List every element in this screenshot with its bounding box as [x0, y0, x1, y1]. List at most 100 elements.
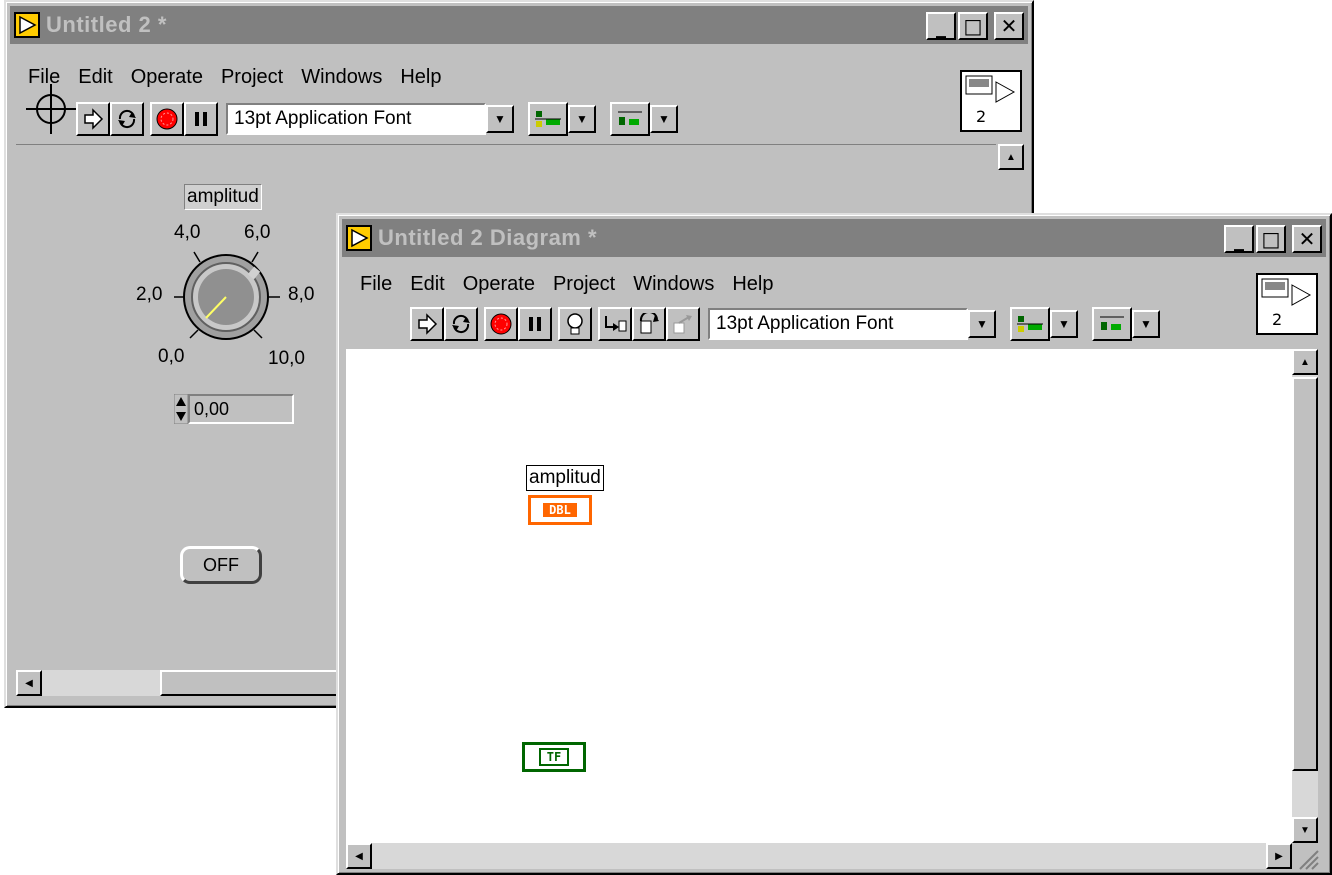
tf-terminal[interactable]: TF: [522, 742, 586, 772]
pause-button[interactable]: [518, 307, 552, 341]
scroll-right-button[interactable]: ▶: [1266, 843, 1292, 869]
font-selector[interactable]: 13pt Application Font ▼: [226, 103, 514, 135]
menu-operate[interactable]: Operate: [463, 273, 535, 296]
menu-edit[interactable]: Edit: [78, 66, 112, 89]
font-selector-value: 13pt Application Font: [708, 308, 968, 340]
align-objects-icon: [1010, 307, 1050, 341]
scroll-left-button[interactable]: ◀: [346, 843, 372, 869]
run-continuously-button[interactable]: [444, 307, 478, 341]
lightbulb-icon: [567, 313, 583, 335]
dbl-terminal-text: DBL: [543, 503, 577, 517]
vertical-scrollbar[interactable]: ▲ ▼: [1292, 349, 1318, 843]
menu-edit[interactable]: Edit: [410, 273, 444, 296]
knob-label: amplitud: [184, 184, 262, 210]
stop-icon: [490, 313, 512, 335]
step-into-icon: [605, 316, 627, 332]
diagram-canvas[interactable]: [346, 349, 1292, 843]
front-panel-titlebar[interactable]: Untitled 2 * _ □ ✕: [10, 6, 1028, 44]
vi-connector-icon[interactable]: 2: [1256, 273, 1318, 335]
maximize-button[interactable]: □: [1256, 225, 1286, 253]
distribute-objects-selector[interactable]: ▼: [610, 102, 678, 136]
menu-help[interactable]: Help: [732, 273, 773, 296]
stop-icon: [156, 108, 178, 130]
run-button[interactable]: [76, 102, 110, 136]
run-arrow-icon: [418, 313, 438, 335]
run-continuously-icon: [118, 109, 136, 129]
font-dropdown-button[interactable]: ▼: [486, 105, 514, 133]
minimize-button[interactable]: _: [926, 12, 956, 40]
run-arrow-icon: [84, 108, 104, 130]
amplitude-numeric[interactable]: 0,00: [174, 394, 294, 424]
diagram-titlebar[interactable]: Untitled 2 Diagram * _ □ ✕: [342, 219, 1326, 257]
horizontal-scrollbar[interactable]: ◀ ▶: [346, 843, 1292, 869]
menu-windows[interactable]: Windows: [301, 66, 382, 89]
distribute-objects-icon: [1092, 307, 1132, 341]
highlight-execution-button[interactable]: [558, 307, 592, 341]
off-button[interactable]: OFF: [180, 546, 262, 584]
menu-project[interactable]: Project: [553, 273, 615, 296]
run-continuously-button[interactable]: [110, 102, 144, 136]
font-selector-value: 13pt Application Font: [226, 103, 486, 135]
align-dropdown-button[interactable]: ▼: [568, 105, 596, 133]
align-objects-selector[interactable]: ▼: [528, 102, 596, 136]
close-button[interactable]: ✕: [994, 12, 1024, 40]
menu-project[interactable]: Project: [221, 66, 283, 89]
knob-tick-label: 4,0: [174, 222, 201, 243]
window-title: Untitled 2 *: [46, 12, 167, 37]
knob-tick-label: 6,0: [244, 222, 271, 243]
distribute-objects-selector[interactable]: ▼: [1092, 307, 1160, 341]
tf-terminal-text: TF: [538, 748, 570, 766]
menu-operate[interactable]: Operate: [131, 66, 203, 89]
pause-icon: [195, 112, 207, 126]
align-dropdown-button[interactable]: ▼: [1050, 310, 1078, 338]
labview-icon: [14, 12, 40, 38]
align-objects-selector[interactable]: ▼: [1010, 307, 1078, 341]
diagram-toolbar: 13pt Application Font ▼ ▼ ▼: [410, 307, 1160, 341]
window-title: Untitled 2 Diagram *: [378, 225, 598, 250]
vi-connector-icon[interactable]: 2: [960, 70, 1022, 132]
pause-button[interactable]: [184, 102, 218, 136]
increment-decrement-icon[interactable]: [174, 394, 188, 424]
minimize-button[interactable]: _: [1224, 225, 1254, 253]
numeric-value[interactable]: 0,00: [188, 394, 294, 424]
vi-icon-graphic: [1261, 278, 1312, 306]
font-selector[interactable]: 13pt Application Font ▼: [708, 308, 996, 340]
step-out-icon: [673, 315, 692, 334]
scroll-up-button[interactable]: ▲: [998, 144, 1024, 170]
font-dropdown-button[interactable]: ▼: [968, 310, 996, 338]
block-diagram-window[interactable]: Untitled 2 Diagram * _ □ ✕ File Edit Ope…: [336, 213, 1332, 875]
knob-tick-label: 8,0: [288, 284, 315, 305]
menu-windows[interactable]: Windows: [633, 273, 714, 296]
scroll-down-button[interactable]: ▼: [1292, 817, 1318, 843]
knob-tick-label: 2,0: [136, 284, 163, 305]
run-button[interactable]: [410, 307, 444, 341]
resize-grip-icon[interactable]: [1296, 847, 1320, 871]
align-objects-icon: [528, 102, 568, 136]
labview-icon: [346, 225, 372, 251]
horizontal-scroll-thumb[interactable]: [160, 670, 360, 696]
amplitud-terminal-label[interactable]: amplitud: [526, 465, 604, 491]
dbl-terminal[interactable]: DBL: [528, 495, 592, 525]
vertical-scroll-thumb[interactable]: [1292, 377, 1318, 771]
distribute-dropdown-button[interactable]: ▼: [650, 105, 678, 133]
maximize-button[interactable]: □: [958, 12, 988, 40]
menu-help[interactable]: Help: [400, 66, 441, 89]
step-into-button[interactable]: [598, 307, 632, 341]
abort-button[interactable]: [150, 102, 184, 136]
distribute-objects-icon: [610, 102, 650, 136]
scroll-left-button[interactable]: ◀: [16, 670, 42, 696]
amplitude-knob[interactable]: [166, 242, 286, 352]
run-continuously-icon: [452, 314, 470, 334]
menu-file[interactable]: File: [360, 273, 392, 296]
front-panel-toolbar: 13pt Application Font ▼ ▼ ▼: [76, 102, 678, 136]
vi-icon-number: 2: [976, 107, 987, 126]
close-button[interactable]: ✕: [1292, 225, 1322, 253]
scroll-up-button[interactable]: ▲: [1292, 349, 1318, 375]
distribute-dropdown-button[interactable]: ▼: [1132, 310, 1160, 338]
menu-bar: File Edit Operate Project Windows Help: [360, 273, 774, 296]
step-over-icon: [639, 313, 659, 334]
step-over-button[interactable]: [632, 307, 666, 341]
abort-button[interactable]: [484, 307, 518, 341]
vi-icon-graphic: [965, 75, 1016, 103]
step-out-button[interactable]: [666, 307, 700, 341]
